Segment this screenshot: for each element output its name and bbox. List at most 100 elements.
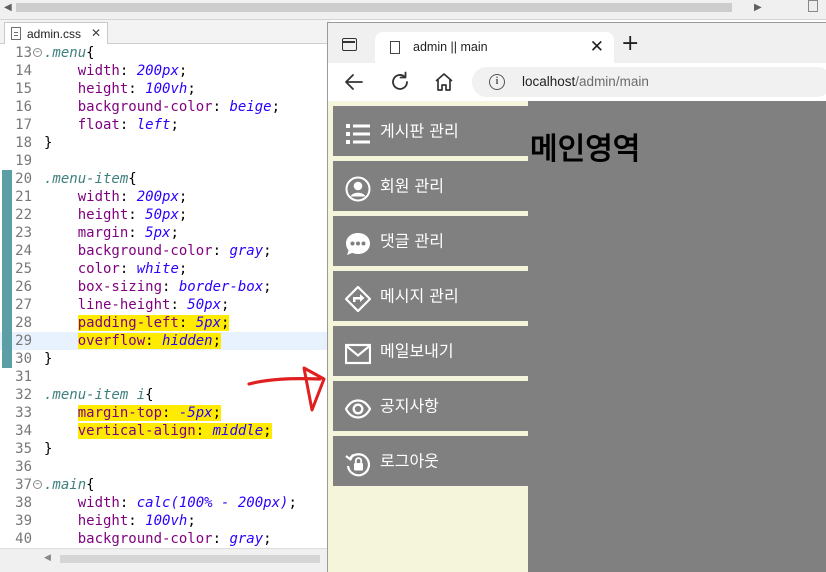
reload-icon: [392, 71, 408, 90]
code-text: line-height: 50px;: [77, 297, 230, 313]
code-text: width: calc(100% - 200px);: [77, 495, 297, 511]
code-line-37[interactable]: 37− .main{: [0, 476, 330, 494]
code-line-39[interactable]: 39 height: 100vh;: [0, 512, 330, 530]
code-line-17[interactable]: 17 float: left;: [0, 116, 330, 134]
menu-item-6[interactable]: 공지사항: [333, 381, 528, 431]
scrollbar-thumb[interactable]: [16, 3, 732, 12]
home-button[interactable]: [432, 71, 456, 93]
code-text: float: left;: [77, 117, 179, 133]
line-number: 38: [15, 495, 32, 511]
code-line-25[interactable]: 25 color: white;: [0, 260, 330, 278]
code-text: }: [44, 441, 53, 457]
line-number: 31: [15, 369, 32, 385]
code-line-38[interactable]: 38 width: calc(100% - 200px);: [0, 494, 330, 512]
close-icon[interactable]: ✕: [91, 26, 101, 40]
back-button[interactable]: [342, 71, 366, 93]
line-number: 33: [15, 405, 32, 421]
line-number: 23: [15, 225, 32, 241]
code-text: margin-top: -5px;: [77, 405, 222, 421]
close-tab-icon[interactable]: ✕: [590, 37, 604, 57]
envelope-icon: [344, 337, 372, 364]
code-line-18[interactable]: 18}: [0, 134, 330, 152]
outline-view-icon[interactable]: [808, 0, 818, 12]
ide-horizontal-scrollbar[interactable]: ◀ ▶: [0, 0, 800, 16]
new-tab-button[interactable]: +: [621, 33, 639, 55]
code-line-26[interactable]: 26 box-sizing: border-box;: [0, 278, 330, 296]
ide-top-scrollbar[interactable]: ◀ ▶: [0, 0, 826, 20]
browser-tab-title: admin || main: [413, 40, 488, 54]
menu-item-3[interactable]: 댓글 관리: [333, 216, 528, 266]
browser-window: admin || main ✕ + i localhost/admin/main…: [327, 22, 826, 572]
lock-reset-icon: [345, 447, 371, 476]
scroll-left-icon[interactable]: ◀: [44, 553, 51, 563]
line-number: 27: [15, 297, 32, 313]
code-line-34[interactable]: 34 vertical-align: middle;: [0, 422, 330, 440]
menu-item-2[interactable]: 회원 관리: [333, 161, 528, 211]
line-number: 22: [15, 207, 32, 223]
code-line-15[interactable]: 15 height: 100vh;: [0, 80, 330, 98]
code-text: margin: 5px;: [77, 225, 179, 241]
line-number: 29: [15, 333, 32, 349]
code-line-14[interactable]: 14 width: 200px;: [0, 62, 330, 80]
browser-tab[interactable]: admin || main ✕: [375, 32, 614, 63]
line-number: 26: [15, 279, 32, 295]
tab-actions-icon[interactable]: [342, 38, 357, 51]
code-editor[interactable]: 13− .menu{14 width: 200px; 15 height: 100v…: [0, 44, 330, 548]
menu-item-label: 메일보내기: [380, 341, 454, 361]
fold-toggle-icon[interactable]: −: [33, 480, 42, 489]
ide-tab-bar: admin.css ✕: [0, 20, 330, 44]
reload-button[interactable]: [388, 71, 412, 93]
code-line-27[interactable]: 27 line-height: 50px;: [0, 296, 330, 314]
code-line-19[interactable]: 19: [0, 152, 330, 170]
line-number: 28: [15, 315, 32, 331]
code-line-20[interactable]: 20 .menu-item{: [0, 170, 330, 188]
scrollbar-thumb[interactable]: [60, 555, 320, 563]
line-number: 36: [15, 459, 32, 475]
line-number: 24: [15, 243, 32, 259]
fold-toggle-icon[interactable]: −: [33, 48, 42, 57]
code-line-36[interactable]: 36: [0, 458, 330, 476]
menu-item-5[interactable]: 메일보내기: [333, 326, 528, 376]
line-number: 37: [15, 477, 32, 493]
line-number: 30: [15, 351, 32, 367]
code-text: height: 100vh;: [77, 513, 196, 529]
code-text: background-color: gray;: [77, 531, 272, 547]
address-bar[interactable]: i localhost/admin/main: [472, 67, 826, 97]
eye-icon: [344, 392, 372, 419]
menu-item-label: 게시판 관리: [380, 121, 459, 141]
editor-tab-admin-css[interactable]: admin.css ✕: [4, 22, 108, 44]
code-text: background-color: gray;: [77, 243, 272, 259]
scroll-left-icon[interactable]: ◀: [4, 2, 12, 13]
code-line-13[interactable]: 13− .menu{: [0, 44, 330, 62]
code-text: width: 200px;: [77, 189, 188, 205]
code-line-23[interactable]: 23 margin: 5px;: [0, 224, 330, 242]
line-number: 25: [15, 261, 32, 277]
menu-item-1[interactable]: 게시판 관리: [333, 106, 528, 156]
scroll-right-icon[interactable]: ▶: [754, 2, 762, 13]
directions-sign-icon: [344, 282, 372, 313]
menu-item-4[interactable]: 메시지 관리: [333, 271, 528, 321]
main-area-heading: 메인영역: [530, 132, 641, 167]
code-line-24[interactable]: 24 background-color: gray;: [0, 242, 330, 260]
code-line-29[interactable]: 29 overflow: hidden;: [0, 332, 330, 350]
file-icon: [11, 27, 21, 40]
code-text: color: white;: [77, 261, 188, 277]
menu-item-label: 공지사항: [380, 396, 439, 416]
info-icon[interactable]: i: [489, 74, 505, 90]
code-line-21[interactable]: 21 width: 200px;: [0, 188, 330, 206]
code-line-22[interactable]: 22 height: 50px;: [0, 206, 330, 224]
code-text: }: [44, 135, 53, 151]
code-text: height: 100vh;: [77, 81, 196, 97]
page-viewport: 게시판 관리회원 관리 댓글 관리 메시지 관리메일보내기공지사항로그아웃 메인영역: [328, 101, 826, 572]
line-number: 39: [15, 513, 32, 529]
code-text: overflow: hidden;: [77, 333, 222, 349]
code-line-35[interactable]: 35}: [0, 440, 330, 458]
code-text: background-color: beige;: [77, 99, 281, 115]
code-line-40[interactable]: 40 background-color: gray;: [0, 530, 330, 548]
code-line-16[interactable]: 16 background-color: beige;: [0, 98, 330, 116]
editor-horizontal-scrollbar[interactable]: ◀: [0, 548, 330, 572]
menu-item-7[interactable]: 로그아웃: [333, 436, 528, 486]
line-number: 13: [15, 45, 32, 61]
code-text: .main{: [44, 477, 95, 493]
code-line-28[interactable]: 28 padding-left: 5px;: [0, 314, 330, 332]
